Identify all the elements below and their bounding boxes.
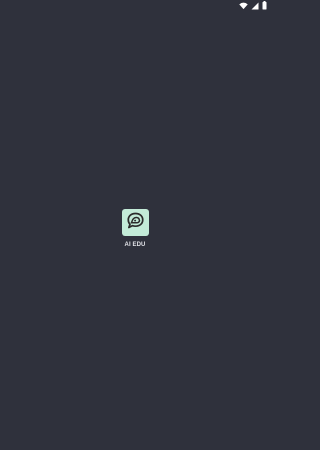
- status-bar: [0, 0, 270, 12]
- chat-bubble-logo-icon: [126, 211, 145, 235]
- wifi-icon: [239, 2, 248, 10]
- battery-icon: [262, 1, 267, 10]
- signal-icon: [251, 2, 259, 10]
- status-icons: [239, 1, 267, 10]
- app-logo: [121, 209, 149, 236]
- splash-screen: AI EDU: [0, 209, 270, 249]
- app-name-label: AI EDU: [124, 242, 146, 248]
